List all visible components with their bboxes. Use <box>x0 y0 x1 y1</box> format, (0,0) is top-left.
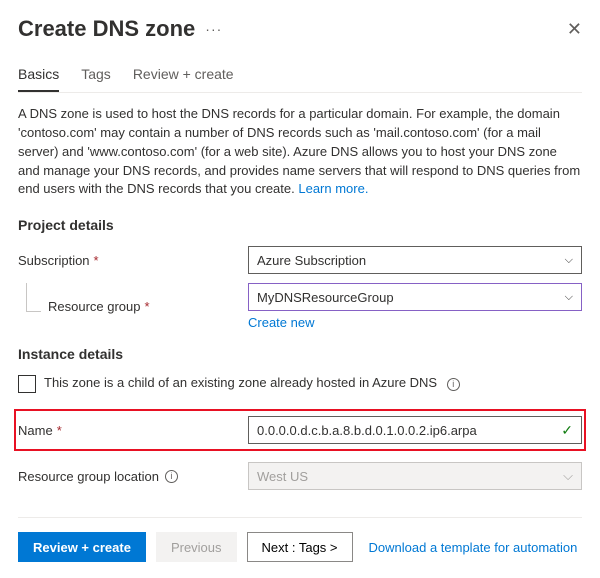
location-select: West US ⌵ <box>248 462 582 490</box>
tab-basics[interactable]: Basics <box>18 66 59 92</box>
info-icon[interactable]: i <box>165 470 178 483</box>
download-template-link[interactable]: Download a template for automation <box>369 540 578 555</box>
learn-more-link[interactable]: Learn more. <box>298 181 368 196</box>
page-title: Create DNS zone <box>18 16 195 42</box>
checkmark-icon: ✓ <box>561 422 573 439</box>
resource-group-select[interactable]: MyDNSResourceGroup ⌵ <box>248 283 582 311</box>
description-text: A DNS zone is used to host the DNS recor… <box>18 105 582 199</box>
child-zone-checkbox[interactable] <box>18 375 36 393</box>
instance-details-heading: Instance details <box>18 346 582 362</box>
footer-bar: Review + create Previous Next : Tags > D… <box>18 517 582 562</box>
chevron-down-icon: ⌵ <box>565 291 573 304</box>
tab-bar: Basics Tags Review + create <box>18 66 582 93</box>
tab-review[interactable]: Review + create <box>133 66 234 92</box>
chevron-down-icon: ⌵ <box>563 468 573 484</box>
name-label: Name* <box>18 423 248 438</box>
resource-group-label: Resource group* <box>18 299 248 314</box>
create-new-link[interactable]: Create new <box>248 315 314 330</box>
subscription-label: Subscription* <box>18 253 248 268</box>
close-icon[interactable]: ✕ <box>567 19 582 40</box>
name-input[interactable]: 0.0.0.0.d.c.b.a.8.b.d.0.1.0.0.2.ip6.arpa… <box>248 416 582 444</box>
child-zone-label: This zone is a child of an existing zone… <box>44 374 460 392</box>
tab-tags[interactable]: Tags <box>81 66 111 92</box>
more-icon[interactable]: ··· <box>205 21 222 37</box>
subscription-select[interactable]: Azure Subscription ⌵ <box>248 246 582 274</box>
info-icon[interactable]: i <box>447 378 460 391</box>
chevron-down-icon: ⌵ <box>565 254 573 267</box>
project-details-heading: Project details <box>18 217 582 233</box>
location-label: Resource group location i <box>18 469 248 484</box>
name-highlight: Name* 0.0.0.0.d.c.b.a.8.b.d.0.1.0.0.2.ip… <box>14 409 586 451</box>
